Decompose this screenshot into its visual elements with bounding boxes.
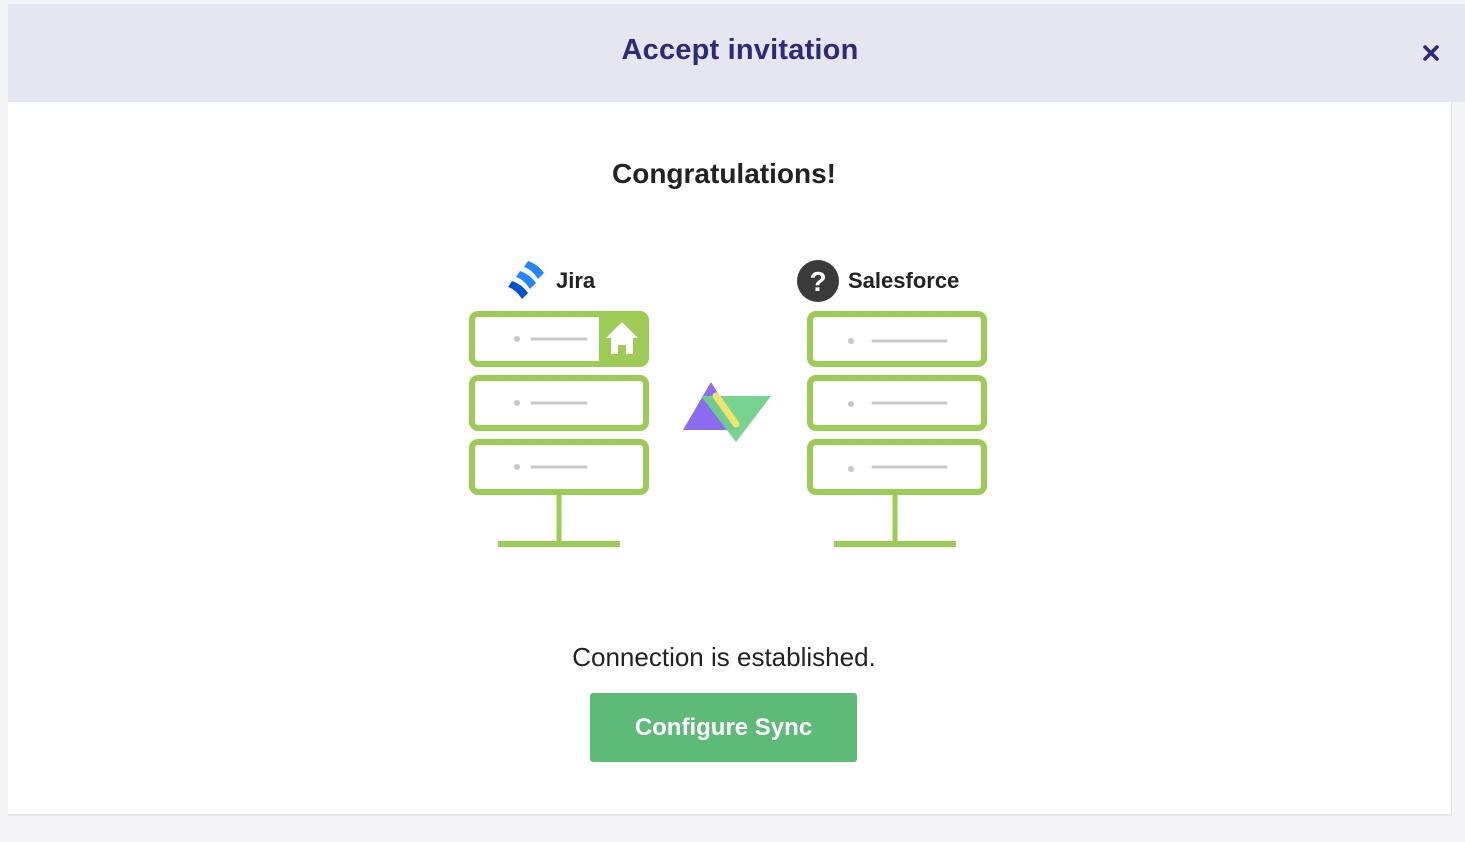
connection-status-text: Connection is established. [572,642,876,672]
dialog-header: Accept invitation [8,4,1465,102]
accept-invitation-dialog: Accept invitation Congratulations! Jira … [8,4,1465,816]
svg-text:?: ? [809,266,826,297]
jira-server-illustration [469,311,649,547]
configure-sync-button[interactable]: Configure Sync [590,693,857,762]
jira-app-label: Jira [504,259,595,303]
connection-illustration [469,311,987,547]
close-button[interactable] [1416,38,1446,68]
salesforce-app-name: Salesforce [848,268,960,293]
jira-logo-icon [508,261,544,299]
congratulations-heading: Congratulations! [612,158,836,189]
close-icon [1423,45,1439,61]
jira-app-name: Jira [556,268,596,293]
exalate-logo-icon [683,382,771,442]
dialog-title: Accept invitation [621,34,859,66]
salesforce-app-label: ? Salesforce [796,259,959,303]
question-mark-icon: ? [797,260,839,302]
salesforce-server-illustration [807,311,987,547]
